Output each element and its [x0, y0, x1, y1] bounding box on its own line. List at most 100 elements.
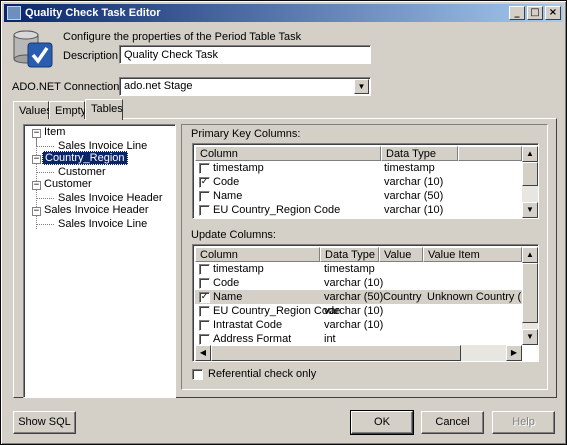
- tree-node-item[interactable]: Item: [44, 126, 65, 138]
- column-name: Intrastat Code: [213, 319, 283, 331]
- column-header[interactable]: Column: [195, 146, 381, 161]
- database-check-icon: [13, 30, 53, 68]
- update-columns-grid[interactable]: Column Data Type Value Value Item timest…: [192, 244, 539, 362]
- description-input[interactable]: Quality Check Task: [119, 45, 371, 64]
- dialog-window: Quality Check Task Editor _ □ × Configur…: [0, 0, 567, 445]
- maximize-button[interactable]: □: [527, 6, 543, 20]
- tree-node-customer-child[interactable]: Customer: [58, 166, 106, 178]
- column-name: Name: [213, 190, 243, 202]
- tree-node-sales-invoice-header[interactable]: Sales Invoice Header: [44, 204, 149, 216]
- row-checkbox[interactable]: [199, 278, 210, 289]
- table-tree[interactable]: − Item Sales Invoice Line − Country_Regi…: [23, 124, 176, 398]
- configure-instruction: Configure the properties of the Period T…: [63, 31, 302, 43]
- tab-tables[interactable]: Tables: [85, 99, 123, 120]
- ok-button[interactable]: OK: [350, 410, 414, 435]
- collapse-toggle-icon[interactable]: −: [32, 181, 41, 190]
- row-checkbox[interactable]: [199, 264, 210, 275]
- value-item-cell[interactable]: [427, 318, 522, 332]
- data-type: varchar (50): [324, 291, 384, 303]
- tree-connector: [36, 172, 54, 173]
- column-header[interactable]: Column: [195, 247, 320, 262]
- scroll-up-icon[interactable]: ▲: [522, 146, 538, 162]
- value-header[interactable]: Value: [379, 247, 423, 262]
- column-name: Address Format: [213, 333, 292, 345]
- value-item-cell[interactable]: [427, 332, 522, 346]
- row-checkbox-checked[interactable]: ✓: [199, 292, 210, 303]
- data-type-header[interactable]: Data Type: [381, 146, 458, 161]
- connection-label: ADO.NET Connection:: [12, 81, 123, 93]
- table-row-selected[interactable]: ✓ Name varchar (50) Country Unknown Coun…: [195, 290, 522, 304]
- table-row[interactable]: EU Country_Region Code varchar (10): [195, 304, 522, 318]
- tab-values[interactable]: Values: [13, 101, 52, 119]
- data-type: int: [324, 333, 336, 345]
- column-name: Code: [213, 176, 240, 188]
- referential-checkbox[interactable]: [192, 369, 203, 380]
- title-bar[interactable]: Quality Check Task Editor _ □ ×: [4, 4, 563, 22]
- vertical-scrollbar[interactable]: ▲ ▼: [522, 247, 538, 345]
- minimize-button[interactable]: _: [509, 6, 525, 20]
- collapse-toggle-icon[interactable]: −: [32, 129, 41, 138]
- close-button[interactable]: ×: [545, 6, 561, 20]
- table-row[interactable]: timestamp timestamp: [195, 262, 522, 276]
- table-row[interactable]: Address Format int: [195, 332, 522, 346]
- tab-empty[interactable]: Empty: [49, 101, 86, 119]
- scroll-down-icon[interactable]: ▼: [522, 202, 538, 218]
- column-name: Code: [213, 277, 240, 289]
- row-checkbox[interactable]: [199, 205, 210, 216]
- table-row[interactable]: Intrastat Code varchar (10): [195, 318, 522, 332]
- data-type: varchar (10): [384, 176, 444, 188]
- data-type-header[interactable]: Data Type: [320, 247, 379, 262]
- data-type: timestamp: [324, 263, 375, 275]
- scroll-up-icon[interactable]: ▲: [522, 247, 538, 263]
- value-item-cell[interactable]: Unknown Country (Long: [427, 290, 522, 304]
- vertical-scrollbar[interactable]: ▲ ▼: [522, 146, 538, 218]
- data-type: varchar (10): [324, 305, 384, 317]
- scroll-right-icon[interactable]: ▶: [506, 345, 522, 361]
- tree-connector: [36, 224, 54, 225]
- value-item-cell[interactable]: [427, 262, 522, 276]
- column-name: EU Country_Region Code: [213, 305, 341, 317]
- data-type: varchar (10): [324, 277, 384, 289]
- tree-node-sales-invoice-line-child[interactable]: Sales Invoice Line: [58, 218, 147, 230]
- connection-select[interactable]: ado.net Stage ▼: [119, 77, 371, 96]
- chevron-down-icon[interactable]: ▼: [354, 79, 369, 94]
- scroll-thumb[interactable]: [522, 162, 538, 186]
- row-checkbox[interactable]: [199, 163, 210, 174]
- scroll-left-icon[interactable]: ◀: [195, 345, 211, 361]
- table-row[interactable]: timestamp timestamp: [195, 161, 522, 175]
- scroll-down-icon[interactable]: ▼: [522, 329, 538, 345]
- tree-node-country-region[interactable]: Country_Region: [42, 151, 128, 165]
- table-row[interactable]: ✓ Code varchar (10): [195, 175, 522, 189]
- table-row[interactable]: EU Country_Region Code varchar (10): [195, 203, 522, 217]
- row-checkbox[interactable]: [199, 320, 210, 331]
- show-sql-button[interactable]: Show SQL: [13, 411, 76, 434]
- value-item-header[interactable]: Value Item: [423, 247, 522, 262]
- table-row[interactable]: Code varchar (10): [195, 276, 522, 290]
- column-name: timestamp: [213, 263, 264, 275]
- table-row[interactable]: Name varchar (50): [195, 189, 522, 203]
- tree-node-sales-invoice-header-child[interactable]: Sales Invoice Header: [58, 192, 163, 204]
- tree-connector: [36, 198, 54, 199]
- app-icon: [7, 6, 21, 20]
- tree-connector: [36, 146, 54, 147]
- value-item-cell[interactable]: [427, 276, 522, 290]
- collapse-toggle-icon[interactable]: −: [32, 207, 41, 216]
- cancel-button[interactable]: Cancel: [421, 411, 484, 434]
- value-cell[interactable]: Country: [383, 290, 422, 304]
- collapse-toggle-icon[interactable]: −: [32, 155, 41, 164]
- help-button[interactable]: Help: [492, 411, 555, 434]
- row-checkbox[interactable]: [199, 191, 210, 202]
- value-item-cell[interactable]: [427, 304, 522, 318]
- update-columns-label: Update Columns:: [191, 229, 276, 241]
- row-checkbox[interactable]: [199, 306, 210, 317]
- primary-key-label: Primary Key Columns:: [191, 128, 301, 140]
- column-name: Name: [213, 291, 243, 303]
- header-filler: [458, 146, 522, 161]
- row-checkbox-checked[interactable]: ✓: [199, 177, 210, 188]
- scroll-thumb[interactable]: [522, 263, 538, 323]
- row-checkbox[interactable]: [199, 334, 210, 345]
- primary-key-grid[interactable]: Column Data Type timestamp timestamp ✓ C…: [192, 143, 539, 219]
- scroll-thumb[interactable]: [211, 345, 461, 361]
- horizontal-scrollbar[interactable]: ◀ ▶: [195, 345, 522, 361]
- tree-node-customer[interactable]: Customer: [44, 178, 92, 190]
